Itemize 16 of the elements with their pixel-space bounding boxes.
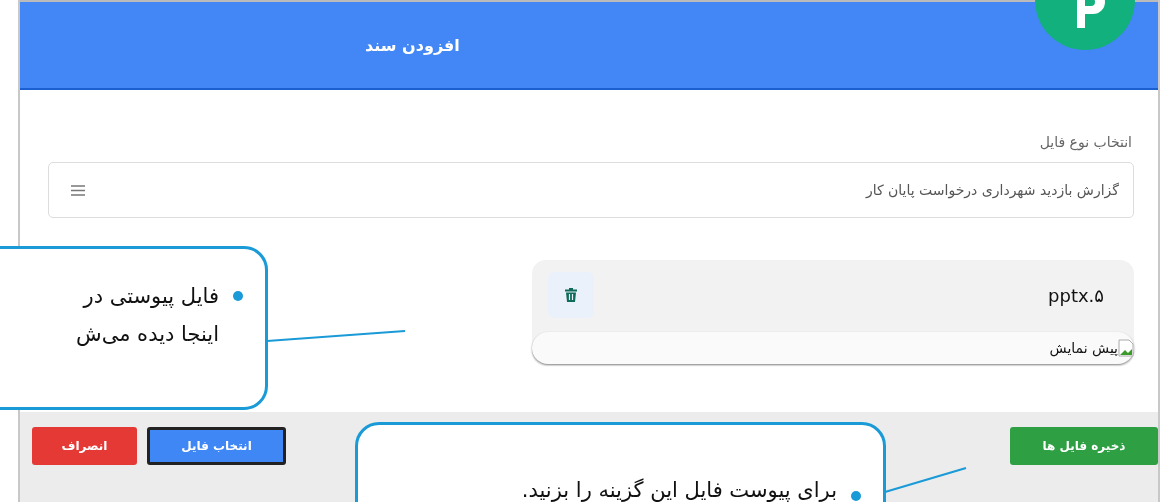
field-label: انتخاب نوع فایل — [1038, 134, 1132, 150]
choose-file-button[interactable]: انتخاب فایل — [147, 427, 286, 465]
dialog-title: افزودن سند — [365, 35, 460, 55]
file-name: ۵.pptx — [1048, 284, 1104, 306]
callout-text: اینجا دیده می‌ش — [76, 321, 219, 348]
file-type-select[interactable]: گزارش بازدید شهرداری درخواست پایان کار — [48, 162, 1134, 218]
cancel-button[interactable]: انصراف — [32, 427, 137, 465]
menu-icon — [71, 184, 85, 196]
logo-icon — [1035, 0, 1135, 50]
preview-alt-text: پیش نمایش — [1049, 340, 1118, 356]
callout-text: برای پیوست فایل این گزینه را بزنید. — [521, 477, 837, 502]
callout-text: فایل پیوستی در — [81, 283, 219, 310]
bullet-dot — [233, 291, 243, 301]
save-files-button[interactable]: ذخیره فایل ها — [1010, 427, 1158, 465]
delete-button[interactable] — [548, 272, 594, 318]
trash-icon — [565, 288, 577, 302]
